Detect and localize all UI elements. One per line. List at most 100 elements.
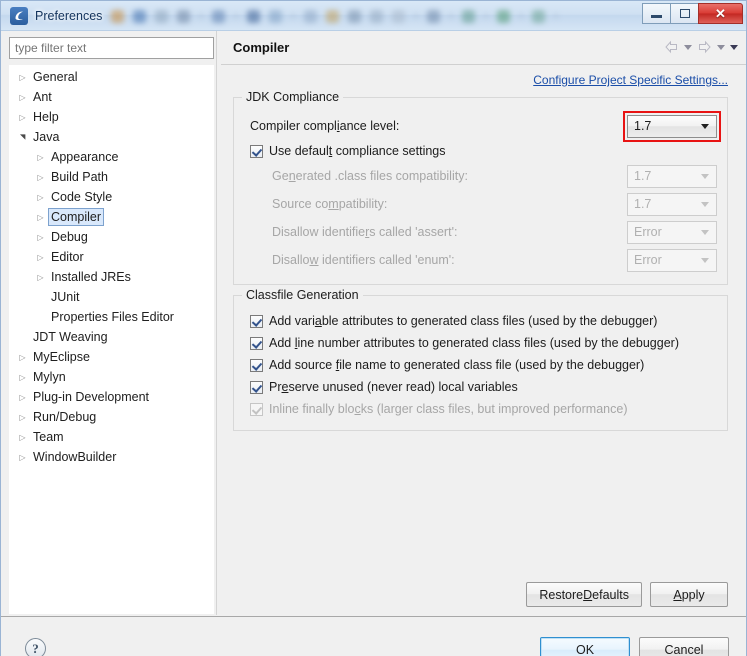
checkbox-add-source-file-name-to-generated-class-[interactable] — [250, 358, 263, 372]
sidebar-item-label: Code Style — [51, 190, 113, 204]
combobox-value: Error — [634, 253, 662, 267]
sidebar-item-label: Team — [33, 430, 64, 444]
use-default-compliance-checkbox[interactable] — [250, 144, 263, 158]
checkbox-row-add-source-file-name-to-generated-class-[interactable]: Add source file name to generated class … — [250, 354, 717, 376]
tree-expand-arrow-icon[interactable]: ▷ — [15, 93, 30, 102]
tree-expand-arrow-icon[interactable]: ▷ — [33, 213, 48, 222]
tree-expand-arrow-icon[interactable]: ▷ — [33, 233, 48, 242]
sidebar-item-appearance[interactable]: ▷ Appearance — [9, 147, 214, 167]
chevron-down-icon — [701, 173, 709, 179]
tree-expand-arrow-icon[interactable]: ▷ — [15, 113, 30, 122]
tree-expand-arrow-icon[interactable]: ▷ — [15, 373, 30, 382]
sidebar-item-plug-in-development[interactable]: ▷ Plug-in Development — [9, 387, 214, 407]
checkbox-label: Inline finally blocks (larger class file… — [269, 402, 628, 416]
sidebar-item-mylyn[interactable]: ▷ Mylyn — [9, 367, 214, 387]
preferences-window: Preferences ✕ ▷General▷Ant▷Help◢Java▷App… — [0, 0, 747, 656]
sidebar-item-properties-files-editor[interactable]: Properties Files Editor — [9, 307, 214, 327]
tree-expand-arrow-icon[interactable]: ▷ — [33, 253, 48, 262]
sidebar-item-ant[interactable]: ▷ Ant — [9, 87, 214, 107]
arrow-right-icon[interactable] — [697, 40, 712, 54]
restore-defaults-button[interactable]: Restore Defaults — [526, 582, 642, 607]
page-title: Compiler — [233, 40, 290, 55]
checkbox-row-inline-finally-blocks-larger-class-files: Inline finally blocks (larger class file… — [250, 398, 717, 420]
tree-collapse-arrow-icon[interactable]: ◢ — [19, 130, 27, 145]
tree-expand-arrow-icon[interactable]: ▷ — [15, 393, 30, 402]
compliance-level-row: Compiler compliance level: 1.7 — [250, 112, 717, 140]
forward-history-chevron-down-icon[interactable] — [717, 44, 725, 50]
compliance-level-combobox[interactable]: 1.7 — [627, 114, 717, 138]
sidebar-item-general[interactable]: ▷ General — [9, 67, 214, 87]
page-menu-chevron-down-icon[interactable] — [730, 44, 738, 50]
close-button[interactable]: ✕ — [698, 3, 743, 24]
question-mark-icon[interactable]: ? — [25, 638, 46, 656]
chevron-down-icon — [701, 229, 709, 235]
jdk-disabled-rows: Generated .class files compatibility: 1.7… — [244, 162, 717, 274]
field-label: Source compatibility: — [272, 197, 388, 211]
use-default-compliance-label: Use default compliance settings — [269, 144, 446, 158]
apply-button[interactable]: Apply — [650, 582, 728, 607]
classfile-generation-group: Classfile Generation Add variable attrib… — [233, 288, 728, 431]
close-icon: ✕ — [715, 5, 726, 21]
tree-expand-arrow-icon[interactable]: ▷ — [33, 153, 48, 162]
tree-expand-arrow-icon[interactable]: ▷ — [33, 273, 48, 282]
sidebar-item-build-path[interactable]: ▷ Build Path — [9, 167, 214, 187]
maximize-button[interactable] — [670, 3, 699, 24]
window-title: Preferences — [35, 8, 103, 23]
tree-expand-arrow-icon[interactable]: ▷ — [33, 193, 48, 202]
sidebar-item-label: Editor — [51, 250, 84, 264]
sidebar-item-myeclipse[interactable]: ▷ MyEclipse — [9, 347, 214, 367]
sidebar-item-debug[interactable]: ▷ Debug — [9, 227, 214, 247]
preferences-tree-panel: ▷General▷Ant▷Help◢Java▷Appearance▷Build … — [9, 37, 214, 615]
checkbox-label: Add source file name to generated class … — [269, 358, 645, 372]
sidebar-item-run-debug[interactable]: ▷ Run/Debug — [9, 407, 214, 427]
panel-divider[interactable] — [216, 31, 217, 615]
sidebar-item-java[interactable]: ◢ Java — [9, 127, 214, 147]
sidebar-item-label: Run/Debug — [33, 410, 97, 424]
sidebar-item-label: Help — [33, 110, 59, 124]
sidebar-item-help[interactable]: ▷ Help — [9, 107, 214, 127]
sidebar-item-label: Debug — [51, 230, 88, 244]
preferences-tree[interactable]: ▷ General ▷ Ant ▷ Help ◢ Java ▷ Appearance ▷ Build … — [9, 65, 214, 614]
aero-glass-reflection — [111, 1, 626, 30]
sidebar-item-team[interactable]: ▷ Team — [9, 427, 214, 447]
checkbox-row-add-line-number-attributes-to-generated-[interactable]: Add line number attributes to generated … — [250, 332, 717, 354]
configure-project-specific-settings-link[interactable]: Configure Project Specific Settings... — [533, 73, 728, 87]
sidebar-item-windowbuilder[interactable]: ▷ WindowBuilder — [9, 447, 214, 467]
sidebar-item-compiler[interactable]: ▷ Compiler — [9, 207, 214, 227]
sidebar-item-label: Java — [33, 130, 60, 144]
use-default-compliance-row[interactable]: Use default compliance settings — [250, 140, 717, 162]
checkbox-row-add-variable-attributes-to-generated-cla[interactable]: Add variable attributes to generated cla… — [250, 310, 717, 332]
tree-expand-arrow-icon[interactable]: ▷ — [15, 73, 30, 82]
checkbox-row-preserve-unused-never-read-local-variabl[interactable]: Preserve unused (never read) local varia… — [250, 376, 717, 398]
sidebar-item-editor[interactable]: ▷ Editor — [9, 247, 214, 267]
tree-expand-arrow-icon[interactable]: ▷ — [15, 353, 30, 362]
cancel-button[interactable]: Cancel — [639, 637, 729, 656]
back-history-chevron-down-icon[interactable] — [684, 44, 692, 50]
field-label: Disallow identifiers called 'enum': — [272, 253, 455, 267]
tree-expand-arrow-icon[interactable]: ▷ — [15, 413, 30, 422]
sidebar-item-label: Installed JREs — [51, 270, 131, 284]
sidebar-item-junit[interactable]: JUnit — [9, 287, 214, 307]
checkbox-preserve-unused-never-read-local-variabl[interactable] — [250, 380, 263, 394]
checkbox-add-line-number-attributes-to-generated-[interactable] — [250, 336, 263, 350]
sidebar-item-label: MyEclipse — [33, 350, 90, 364]
checkbox-add-variable-attributes-to-generated-cla[interactable] — [250, 314, 263, 328]
sidebar-item-jdt-weaving[interactable]: JDT Weaving — [9, 327, 214, 347]
sidebar-item-code-style[interactable]: ▷ Code Style — [9, 187, 214, 207]
title-bar[interactable]: Preferences ✕ — [1, 1, 746, 31]
combobox-generated-class-files-compatibility: 1.7 — [627, 164, 717, 188]
minimize-button[interactable] — [642, 3, 671, 24]
field-label: Disallow identifiers called 'assert': — [272, 225, 458, 239]
tree-expand-arrow-icon[interactable]: ▷ — [15, 453, 30, 462]
combobox-disallow-identifiers-called-assert: Error — [627, 220, 717, 244]
sidebar-item-label: Appearance — [51, 150, 119, 164]
checkbox-label: Preserve unused (never read) local varia… — [269, 380, 518, 394]
ok-button[interactable]: OK — [540, 637, 630, 656]
sidebar-item-label: JDT Weaving — [33, 330, 108, 344]
tree-expand-arrow-icon[interactable]: ▷ — [33, 173, 48, 182]
sidebar-item-label: General — [33, 70, 78, 84]
sidebar-item-installed-jres[interactable]: ▷ Installed JREs — [9, 267, 214, 287]
arrow-left-icon[interactable] — [664, 40, 679, 54]
tree-expand-arrow-icon[interactable]: ▷ — [15, 433, 30, 442]
filter-input[interactable] — [9, 37, 214, 59]
